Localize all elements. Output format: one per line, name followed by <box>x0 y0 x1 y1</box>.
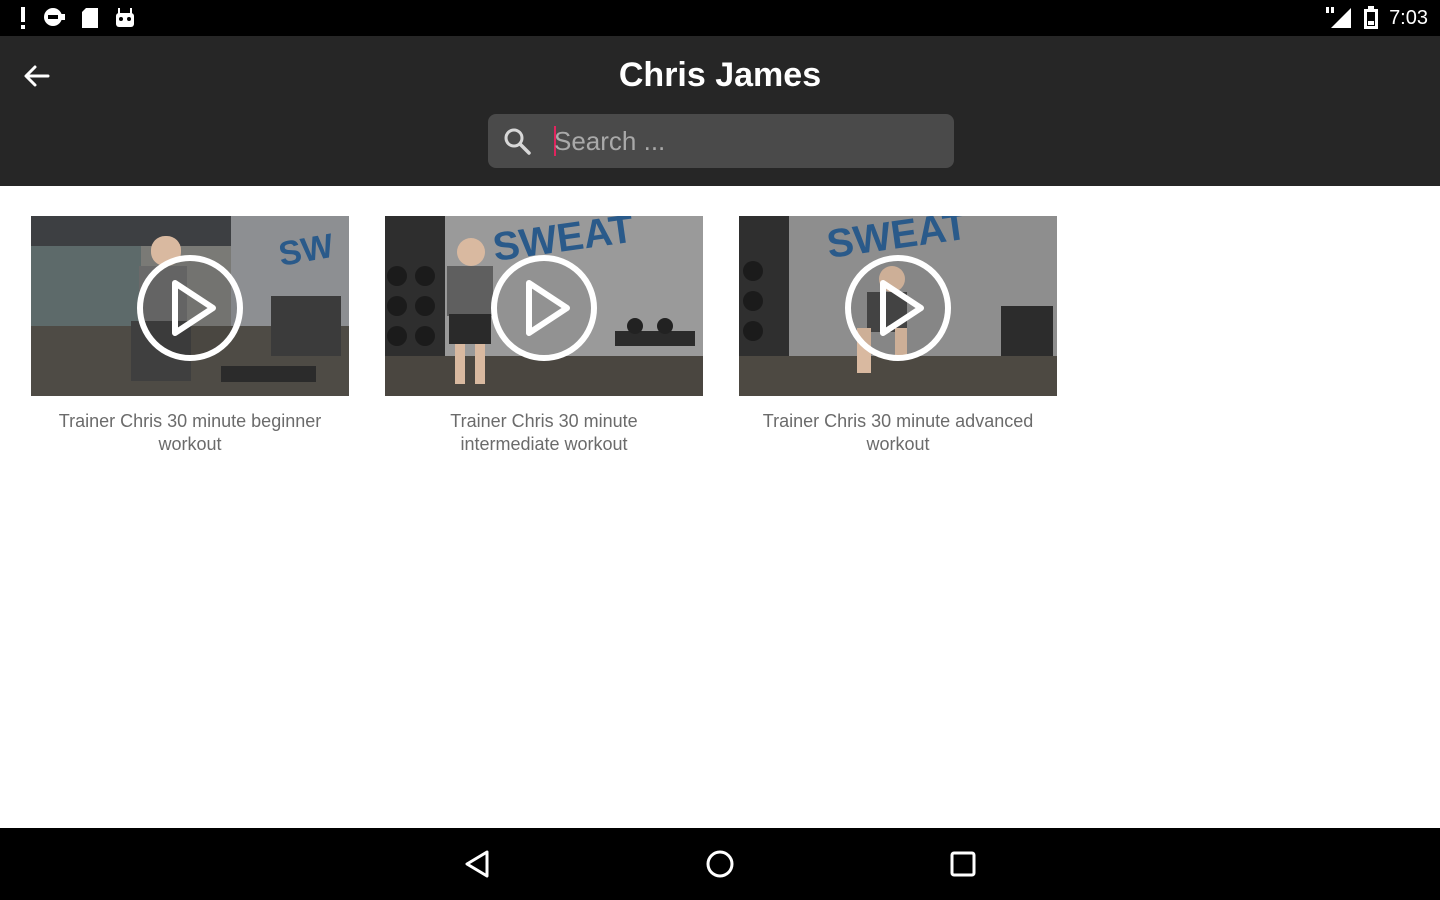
video-card[interactable]: SWEAT Trainer Chris 30 minute intermedia… <box>385 216 703 456</box>
video-thumbnail[interactable]: SW <box>31 216 349 396</box>
app-bar: Chris James <box>0 36 1440 186</box>
home-circle-icon <box>706 850 734 878</box>
video-thumbnail[interactable]: SWEAT <box>385 216 703 396</box>
sd-card-icon <box>82 8 98 28</box>
nav-recents-button[interactable] <box>937 838 989 890</box>
chat-icon <box>44 8 65 26</box>
search-bar[interactable] <box>488 114 954 168</box>
alert-icon <box>21 7 25 29</box>
battery-icon <box>1364 6 1379 29</box>
android-icon <box>116 8 134 27</box>
video-grid: SW Trainer Chris 30 minute beginner work… <box>0 186 1440 828</box>
page-title: Chris James <box>618 56 822 94</box>
video-thumbnail[interactable]: SWEAT <box>739 216 1057 396</box>
back-triangle-icon <box>465 850 489 878</box>
status-right-icons: 7:03 <box>1325 6 1428 30</box>
search-input[interactable] <box>554 122 934 160</box>
recents-square-icon <box>950 851 976 877</box>
lte-signal-icon <box>1326 7 1352 28</box>
status-bar: 7:03 <box>0 0 1440 36</box>
nav-home-button[interactable] <box>694 838 746 890</box>
video-card[interactable]: SW Trainer Chris 30 minute beginner work… <box>31 216 349 456</box>
play-circle-icon[interactable] <box>135 253 245 363</box>
play-circle-icon[interactable] <box>489 253 599 363</box>
video-card[interactable]: SWEAT Trainer Chris 30 minute advanced w… <box>739 216 1057 456</box>
video-caption: Trainer Chris 30 minute advanced workout <box>762 411 1034 454</box>
status-left-icons <box>18 6 136 30</box>
status-time: 7:03 <box>1389 6 1428 29</box>
video-caption: Trainer Chris 30 minute intermediate wor… <box>450 411 638 454</box>
nav-back-button[interactable] <box>452 838 504 890</box>
navigation-bar <box>0 828 1440 900</box>
video-caption: Trainer Chris 30 minute beginner workout <box>58 411 322 454</box>
search-icon <box>504 128 531 155</box>
play-circle-icon[interactable] <box>843 253 953 363</box>
